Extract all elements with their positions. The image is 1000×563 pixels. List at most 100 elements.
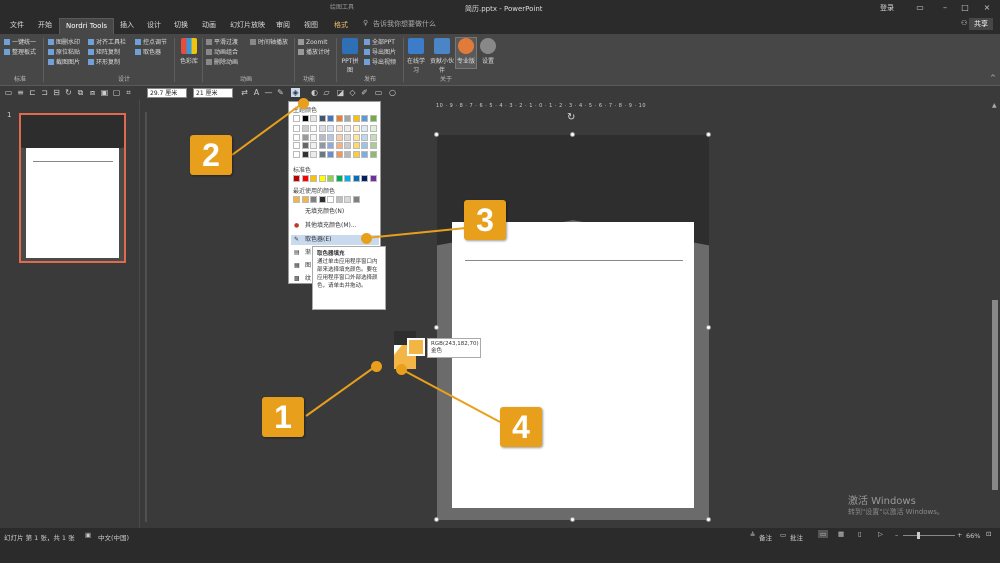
login-link[interactable]: 登录 [880, 3, 894, 13]
theme-color-swatch[interactable] [344, 150, 351, 158]
theme-color-swatch[interactable] [318, 115, 326, 122]
theme-color-swatch[interactable] [335, 125, 343, 132]
group-icon[interactable]: ⧉ [76, 88, 85, 97]
theme-color-swatch[interactable] [301, 150, 309, 158]
send-backward-icon[interactable]: ▢ [112, 88, 121, 97]
standard-color-swatch[interactable] [369, 175, 377, 182]
ungroup-icon[interactable]: ⧈ [88, 88, 97, 97]
theme-color-swatch[interactable] [327, 142, 334, 149]
online-learn-button[interactable]: 在线学习 [406, 38, 426, 74]
zoom-slider-thumb[interactable] [917, 532, 920, 539]
recent-color-swatch[interactable] [352, 196, 360, 203]
bring-forward-icon[interactable]: ▣ [100, 88, 109, 97]
crop-image-button[interactable]: 截图图片 [48, 58, 80, 67]
recent-color-swatch[interactable] [310, 196, 317, 203]
text-align-icon[interactable]: ≡ [16, 88, 25, 97]
theme-color-swatch[interactable] [352, 125, 360, 132]
ribbon-eyedropper-button[interactable]: 取色器 [135, 48, 161, 57]
theme-color-swatch[interactable] [327, 125, 334, 132]
theme-color-swatch[interactable] [318, 133, 326, 141]
resize-handle[interactable] [706, 517, 711, 522]
height-field[interactable]: 21 厘米 [193, 88, 233, 98]
rectangle-icon[interactable]: ▭ [374, 88, 383, 97]
rotate-handle-icon[interactable]: ↻ [567, 112, 575, 123]
theme-color-swatch[interactable] [310, 150, 317, 158]
theme-color-swatch[interactable] [352, 142, 360, 149]
theme-color-swatch[interactable] [335, 133, 343, 141]
theme-color-swatch[interactable] [293, 150, 300, 158]
theme-color-swatch[interactable] [344, 125, 351, 132]
effects-icon[interactable]: ◐ [310, 88, 319, 97]
tab-insert[interactable]: 插入 [114, 18, 140, 34]
divider-line[interactable] [465, 260, 683, 261]
theme-color-swatch[interactable] [344, 142, 351, 149]
slideshow-icon[interactable]: ▷ [878, 530, 883, 538]
slide-sorter-icon[interactable]: ▦ [838, 530, 844, 538]
standard-color-swatch[interactable] [327, 175, 334, 182]
handle-adjust-button[interactable]: 控点调节 [135, 38, 167, 47]
theme-color-swatch[interactable] [301, 142, 309, 149]
theme-color-swatch[interactable] [352, 133, 360, 141]
theme-color-swatch[interactable] [361, 133, 368, 141]
tell-me-input[interactable]: 告诉我你想要做什么 [373, 19, 436, 29]
theme-color-swatch[interactable] [361, 125, 368, 132]
pen-icon[interactable]: ✎ [276, 88, 285, 97]
resize-handle[interactable] [706, 132, 711, 137]
theme-color-swatch[interactable] [344, 133, 351, 141]
no-fill-item[interactable]: 无填充颜色(N) [291, 207, 379, 217]
theme-color-swatch[interactable] [335, 150, 343, 158]
export-image-button[interactable]: 导出图片 [364, 48, 396, 57]
theme-color-swatch[interactable] [369, 142, 377, 149]
recent-color-swatch[interactable] [344, 196, 351, 203]
comments-button[interactable]: 批注 [790, 532, 803, 542]
zoom-slider[interactable] [903, 535, 955, 536]
format-painter-icon[interactable]: ✐ [360, 88, 369, 97]
ppt-collage-button[interactable]: PPT拼图 [340, 38, 360, 74]
fit-slide-icon[interactable]: ⊡ [986, 530, 991, 538]
standard-color-swatch[interactable] [293, 175, 300, 182]
resume-page-shape[interactable] [452, 222, 694, 508]
resize-handle[interactable] [706, 325, 711, 330]
circle-icon[interactable]: ○ [388, 88, 397, 97]
matrix-copy-button[interactable]: 矩阵复制 [88, 48, 120, 57]
zoomit-button[interactable]: ZoomIt [298, 38, 327, 47]
notes-button[interactable]: 备注 [759, 532, 772, 542]
zoom-in-icon[interactable]: + [957, 531, 962, 539]
theme-color-swatch[interactable] [310, 125, 317, 132]
settings-button[interactable]: 设置 [479, 38, 497, 65]
ring-copy-button[interactable]: 环形复制 [88, 58, 120, 67]
standard-color-swatch[interactable] [301, 175, 309, 182]
collapse-ribbon-icon[interactable]: ^ [990, 74, 996, 82]
theme-color-swatch[interactable] [369, 115, 377, 122]
zoom-level[interactable]: 66% [966, 532, 980, 540]
delete-animation-button[interactable]: 删除动画 [206, 58, 238, 67]
tab-file[interactable]: 文件 [4, 18, 30, 34]
theme-color-swatch[interactable] [293, 142, 300, 149]
theme-color-swatch[interactable] [301, 115, 309, 122]
shape-icon[interactable]: ▭ [4, 88, 13, 97]
outline-icon[interactable]: ▱ [322, 88, 331, 97]
resize-handle[interactable] [434, 132, 439, 137]
theme-color-swatch[interactable] [293, 133, 300, 141]
normal-view-icon[interactable]: ▭ [818, 530, 829, 538]
tab-transitions[interactable]: 切换 [168, 18, 194, 34]
timeline-play-button[interactable]: 时间轴播放 [250, 38, 288, 47]
theme-color-swatch[interactable] [327, 115, 334, 122]
recent-color-row[interactable] [293, 196, 379, 204]
reading-view-icon[interactable]: ▯ [858, 530, 862, 538]
all-ppt-button[interactable]: 全部PPT [364, 38, 395, 47]
crop-tool-icon[interactable]: ⌗ [124, 88, 133, 97]
tab-view[interactable]: 视图 [298, 18, 324, 34]
standard-color-swatch[interactable] [344, 175, 351, 182]
standard-color-swatch[interactable] [310, 175, 317, 182]
theme-color-swatch[interactable] [318, 150, 326, 158]
theme-color-swatch[interactable] [327, 133, 334, 141]
ribbon-display-options-icon[interactable]: ▭ [910, 1, 930, 14]
theme-color-swatch[interactable] [310, 115, 317, 122]
tab-format[interactable]: 格式 [328, 18, 354, 34]
theme-color-swatch[interactable] [361, 150, 368, 158]
vertical-scrollbar[interactable]: ▲ [990, 100, 1000, 528]
theme-color-swatch[interactable] [369, 125, 377, 132]
theme-color-swatch[interactable] [352, 115, 360, 122]
theme-color-grid[interactable] [293, 115, 379, 160]
